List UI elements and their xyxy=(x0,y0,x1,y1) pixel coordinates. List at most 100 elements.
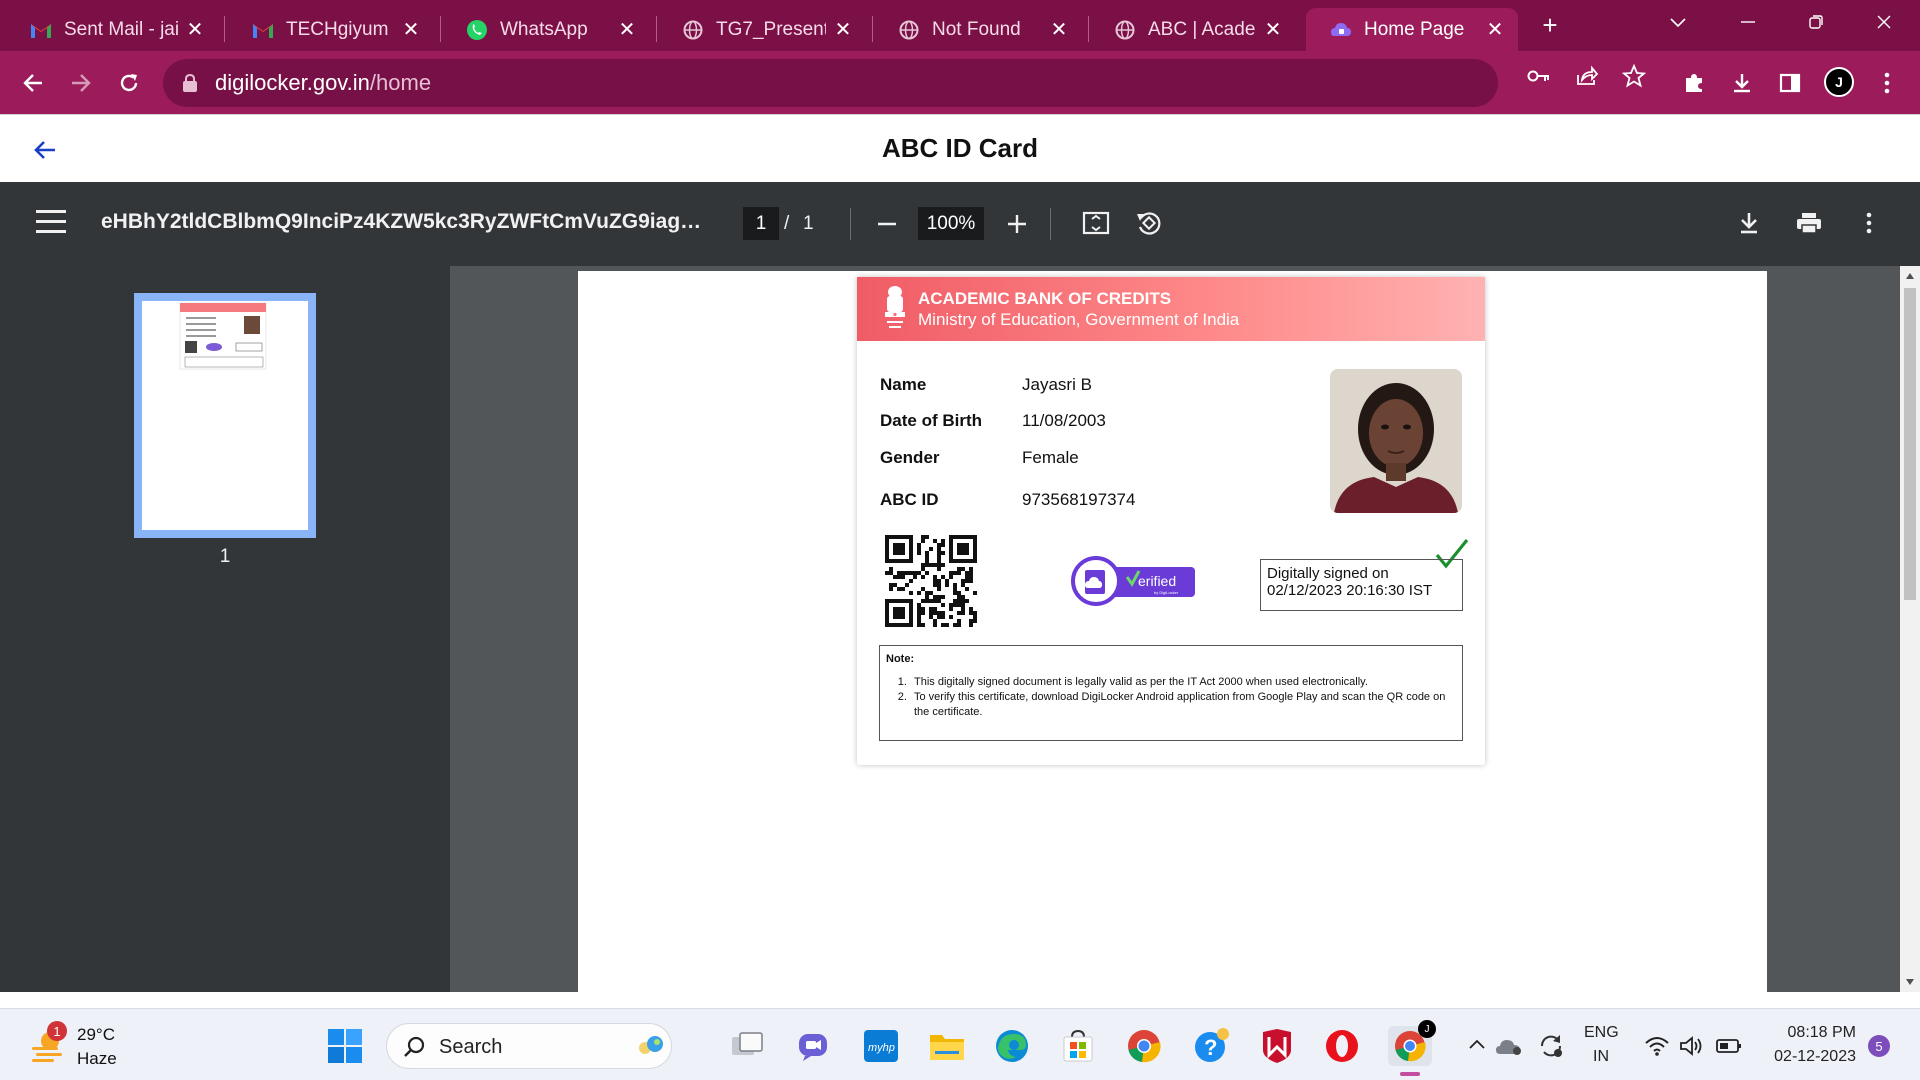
download-icon[interactable] xyxy=(1732,206,1766,240)
scroll-down-arrow-icon[interactable] xyxy=(1905,978,1915,986)
qr-module xyxy=(937,559,941,563)
new-tab-button[interactable]: + xyxy=(1536,12,1564,40)
scroll-up-arrow-icon[interactable] xyxy=(1905,272,1915,280)
back-button[interactable] xyxy=(14,64,52,102)
tab-not-found[interactable]: Not Found ✕ xyxy=(874,8,1082,51)
print-icon[interactable] xyxy=(1792,206,1826,240)
tab-techgiyum[interactable]: TECHgiyum - ✕ xyxy=(228,8,434,51)
tab-abc-academic[interactable]: ABC | Academ ✕ xyxy=(1090,8,1296,51)
hamburger-menu-icon[interactable] xyxy=(36,210,66,236)
sync-icon[interactable] xyxy=(1536,1026,1566,1066)
lock-icon[interactable] xyxy=(181,73,201,93)
qr-module xyxy=(889,587,893,591)
qr-module xyxy=(897,611,901,615)
close-window-button[interactable] xyxy=(1854,8,1914,36)
zoom-out-button[interactable] xyxy=(872,207,902,240)
address-bar[interactable]: digilocker.gov.in/home xyxy=(163,59,1498,107)
close-tab-icon[interactable]: ✕ xyxy=(616,19,638,41)
tab-title: Sent Mail - jail xyxy=(64,18,178,40)
qr-module xyxy=(961,547,965,551)
scrollbar-thumb[interactable] xyxy=(1904,288,1916,600)
task-view-icon[interactable] xyxy=(727,1026,767,1066)
qr-module xyxy=(901,587,905,591)
close-tab-icon[interactable]: ✕ xyxy=(832,19,854,41)
minimize-button[interactable] xyxy=(1718,8,1778,36)
chrome-profile-badge: J xyxy=(1418,1020,1436,1038)
close-tab-icon[interactable]: ✕ xyxy=(400,19,422,41)
qr-module xyxy=(901,551,905,555)
qr-code xyxy=(885,535,977,627)
password-key-icon[interactable] xyxy=(1526,63,1552,89)
reload-button[interactable] xyxy=(110,64,148,102)
battery-icon[interactable] xyxy=(1714,1026,1744,1066)
tab-search-chevron-icon[interactable] xyxy=(1648,8,1708,36)
tray-overflow-chevron-icon[interactable] xyxy=(1468,1034,1486,1055)
chrome-icon[interactable] xyxy=(1124,1026,1164,1066)
qr-module xyxy=(933,595,937,599)
vertical-scrollbar[interactable] xyxy=(1900,266,1920,992)
qr-module xyxy=(933,539,937,543)
taskbar-search[interactable]: Search xyxy=(386,1023,672,1069)
tab-tg7-presentation[interactable]: TG7_Presentat ✕ xyxy=(658,8,866,51)
qr-module xyxy=(917,551,921,555)
qr-module xyxy=(909,571,913,575)
language-region[interactable]: IN xyxy=(1593,1048,1609,1066)
qr-module xyxy=(957,535,961,539)
qr-module xyxy=(885,555,889,559)
page-thumbnail[interactable] xyxy=(134,293,316,538)
qr-module xyxy=(941,595,945,599)
tab-home-page[interactable]: Home Page ✕ xyxy=(1306,8,1518,51)
file-explorer-icon[interactable] xyxy=(927,1026,967,1066)
tab-whatsapp[interactable]: WhatsApp ✕ xyxy=(442,8,650,51)
page-separator: / xyxy=(784,213,790,234)
windows-start-icon[interactable] xyxy=(327,1028,363,1064)
qr-module xyxy=(925,599,929,603)
qr-module xyxy=(973,551,977,555)
share-icon[interactable] xyxy=(1574,63,1600,89)
more-options-icon[interactable] xyxy=(1852,206,1886,240)
forward-button[interactable] xyxy=(62,64,100,102)
qr-module xyxy=(961,535,965,539)
note-item: To verify this certificate, download Dig… xyxy=(910,690,1456,720)
close-tab-icon[interactable]: ✕ xyxy=(1262,19,1284,41)
profile-avatar[interactable]: J xyxy=(1824,67,1854,97)
opera-icon[interactable] xyxy=(1322,1026,1362,1066)
qr-module xyxy=(889,583,893,587)
bookmark-star-icon[interactable] xyxy=(1621,63,1647,89)
tab-sent-mail[interactable]: Sent Mail - jail ✕ xyxy=(6,8,218,51)
myhp-icon[interactable]: myhp xyxy=(861,1026,901,1066)
extensions-puzzle-icon[interactable] xyxy=(1675,64,1713,102)
edge-browser-icon[interactable] xyxy=(992,1026,1032,1066)
rotate-icon[interactable] xyxy=(1132,206,1166,240)
restore-button[interactable] xyxy=(1786,8,1846,36)
help-icon[interactable]: ? xyxy=(1191,1026,1231,1066)
clock-date[interactable]: 02-12-2023 xyxy=(1765,1048,1856,1066)
whatsapp-icon xyxy=(466,19,488,41)
close-tab-icon[interactable]: ✕ xyxy=(1484,19,1506,41)
wifi-icon[interactable] xyxy=(1642,1026,1672,1066)
downloads-icon[interactable] xyxy=(1723,64,1761,102)
close-tab-icon[interactable]: ✕ xyxy=(184,19,206,41)
qr-module xyxy=(889,567,893,571)
qr-module xyxy=(885,599,889,603)
globe-icon xyxy=(898,19,920,41)
teams-chat-icon[interactable] xyxy=(794,1026,834,1066)
qr-module xyxy=(941,623,945,627)
zoom-level-input[interactable]: 100% xyxy=(918,207,984,240)
fit-to-page-icon[interactable] xyxy=(1079,206,1113,240)
language-code[interactable]: ENG xyxy=(1584,1024,1619,1042)
close-tab-icon[interactable]: ✕ xyxy=(1048,19,1070,41)
side-panel-icon[interactable] xyxy=(1771,64,1809,102)
onedrive-cloud-icon[interactable] xyxy=(1494,1026,1524,1066)
qr-module xyxy=(973,543,977,547)
notification-badge[interactable]: 5 xyxy=(1868,1035,1890,1057)
zoom-in-button[interactable] xyxy=(1002,207,1032,240)
microsoft-store-icon[interactable] xyxy=(1058,1026,1098,1066)
page-number-input[interactable]: 1 xyxy=(743,207,779,240)
chrome-active-icon[interactable]: J xyxy=(1388,1020,1436,1076)
qr-module xyxy=(901,623,905,627)
clock-time[interactable]: 08:18 PM xyxy=(1784,1024,1856,1042)
mcafee-icon[interactable] xyxy=(1257,1026,1297,1066)
chrome-menu-icon[interactable] xyxy=(1868,64,1906,102)
volume-icon[interactable] xyxy=(1677,1026,1707,1066)
